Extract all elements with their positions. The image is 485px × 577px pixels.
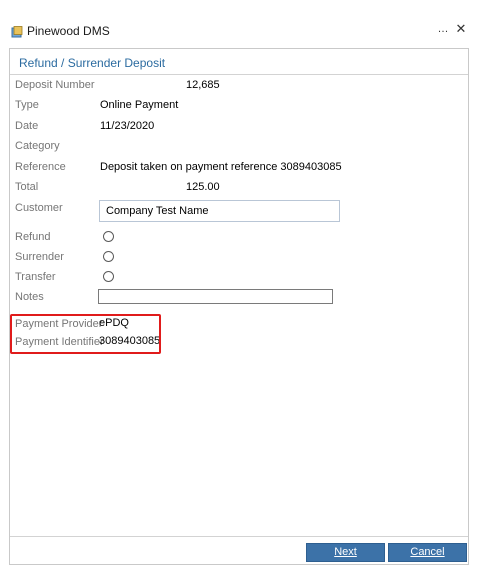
payment-highlight-box <box>10 314 161 354</box>
total-value: 125.00 <box>186 181 220 193</box>
category-label: Category <box>15 140 60 152</box>
title-bar: Pinewood DMS … ✕ <box>0 0 485 44</box>
close-button[interactable]: ✕ <box>454 21 468 37</box>
customer-field[interactable]: Company Test Name <box>99 200 340 222</box>
deposit-number-label: Deposit Number <box>15 79 95 91</box>
app-icon <box>11 26 23 38</box>
reference-label: Reference <box>15 161 66 173</box>
footer-divider <box>10 536 468 537</box>
customer-field-value: Company Test Name <box>106 205 209 217</box>
date-label: Date <box>15 120 39 132</box>
refund-radio[interactable] <box>103 231 114 242</box>
transfer-radio[interactable] <box>103 271 114 282</box>
reference-value: Deposit taken on payment reference 30894… <box>100 161 342 173</box>
cancel-button[interactable]: Cancel <box>388 543 467 562</box>
title-divider <box>10 74 468 75</box>
minimize-button[interactable]: … <box>437 23 449 37</box>
surrender-label: Surrender <box>15 251 64 263</box>
deposit-number-value: 12,685 <box>186 79 220 91</box>
surrender-radio[interactable] <box>103 251 114 262</box>
window-title: Pinewood DMS <box>27 24 110 38</box>
customer-label: Customer <box>15 202 63 214</box>
refund-label: Refund <box>15 231 51 243</box>
notes-label: Notes <box>15 291 44 303</box>
transfer-label: Transfer <box>15 271 56 283</box>
refund-panel: Refund / Surrender Deposit Deposit Numbe… <box>9 48 469 565</box>
total-label: Total <box>15 181 39 193</box>
type-value: Online Payment <box>100 99 179 111</box>
notes-input[interactable] <box>98 289 333 304</box>
panel-title: Refund / Surrender Deposit <box>19 56 166 70</box>
next-button[interactable]: Next <box>306 543 385 562</box>
date-value: 11/23/2020 <box>100 120 155 132</box>
type-label: Type <box>15 99 39 111</box>
